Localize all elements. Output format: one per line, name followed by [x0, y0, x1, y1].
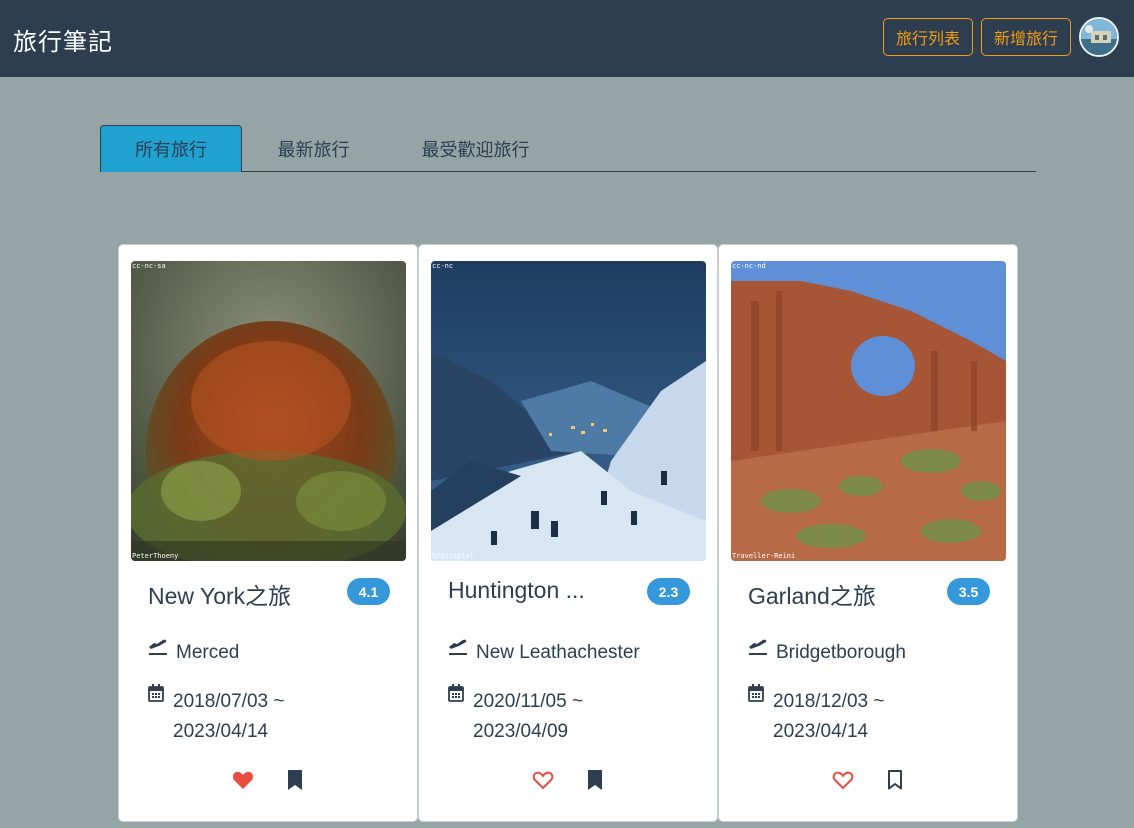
trip-destination: New Leathachester	[476, 642, 640, 663]
rating-badge: 2.3	[647, 578, 690, 605]
tab-all-trips[interactable]: 所有旅行	[100, 125, 242, 172]
trip-title[interactable]: New York之旅	[148, 577, 328, 611]
rating-badge: 4.1	[347, 578, 390, 605]
image-credit: Traveller-Reini	[732, 552, 796, 560]
trip-card[interactable]: cc-nc-sa PeterThoeny New York之旅 4.1 Merc…	[118, 244, 418, 822]
user-avatar[interactable]	[1079, 17, 1119, 57]
trip-dates: 2020/11/05 ~ 2023/04/09	[473, 687, 583, 747]
date-end: 2023/04/14	[773, 721, 869, 742]
image-credit: bratispixl	[432, 552, 475, 560]
trip-list-button[interactable]: 旅行列表	[883, 18, 973, 56]
date-end: 2023/04/09	[473, 721, 569, 742]
image-license: cc-nc-sa	[132, 262, 166, 270]
date-end: 2023/04/14	[173, 721, 269, 742]
brand-title[interactable]: 旅行筆記	[13, 22, 113, 57]
image-license: cc-nc-nd	[732, 262, 766, 270]
trip-title[interactable]: Garland之旅	[748, 577, 928, 611]
heart-filled-icon[interactable]	[232, 770, 254, 790]
date-start: 2020/11/05 ~	[473, 691, 584, 712]
plane-departure-icon	[449, 639, 467, 655]
calendar-icon	[448, 684, 464, 702]
tab-latest-trips[interactable]: 最新旅行	[242, 125, 385, 172]
trip-dates: 2018/12/03 ~ 2023/04/14	[773, 687, 884, 747]
bookmark-outline-icon[interactable]	[886, 769, 904, 791]
heart-outline-icon[interactable]	[832, 770, 854, 790]
plane-departure-icon	[149, 639, 167, 655]
bookmark-filled-icon[interactable]	[286, 769, 304, 791]
navbar: 旅行筆記 旅行列表 新增旅行	[0, 0, 1134, 77]
add-trip-button[interactable]: 新增旅行	[981, 18, 1071, 56]
trip-card[interactable]: cc-nc bratispixl Huntington ... 2.3 New …	[418, 244, 718, 822]
trip-title[interactable]: Huntington ...	[448, 577, 628, 604]
trip-dates: 2018/07/03 ~ 2023/04/14	[173, 687, 284, 747]
image-credit: PeterThoeny	[132, 552, 179, 560]
rating-badge: 3.5	[947, 578, 990, 605]
date-start: 2018/12/03 ~	[773, 691, 885, 712]
date-start: 2018/07/03 ~	[173, 691, 285, 712]
tab-popular-trips[interactable]: 最受歡迎旅行	[385, 125, 566, 172]
trip-destination: Merced	[176, 642, 240, 663]
bookmark-filled-icon[interactable]	[586, 769, 604, 791]
trip-image[interactable]: cc-nc bratispixl	[431, 261, 706, 561]
plane-departure-icon	[749, 639, 767, 655]
trip-destination: Bridgetborough	[776, 642, 906, 663]
trip-image[interactable]: cc-nc-nd Traveller-Reini	[731, 261, 1006, 561]
calendar-icon	[748, 684, 764, 702]
trip-image[interactable]: cc-nc-sa PeterThoeny	[131, 261, 406, 561]
image-license: cc-nc	[432, 262, 454, 270]
calendar-icon	[148, 684, 164, 702]
trip-card[interactable]: cc-nc-nd Traveller-Reini Garland之旅 3.5 B…	[718, 244, 1018, 822]
trip-tabs: 所有旅行 最新旅行 最受歡迎旅行	[100, 125, 1036, 172]
heart-outline-icon[interactable]	[532, 770, 554, 790]
